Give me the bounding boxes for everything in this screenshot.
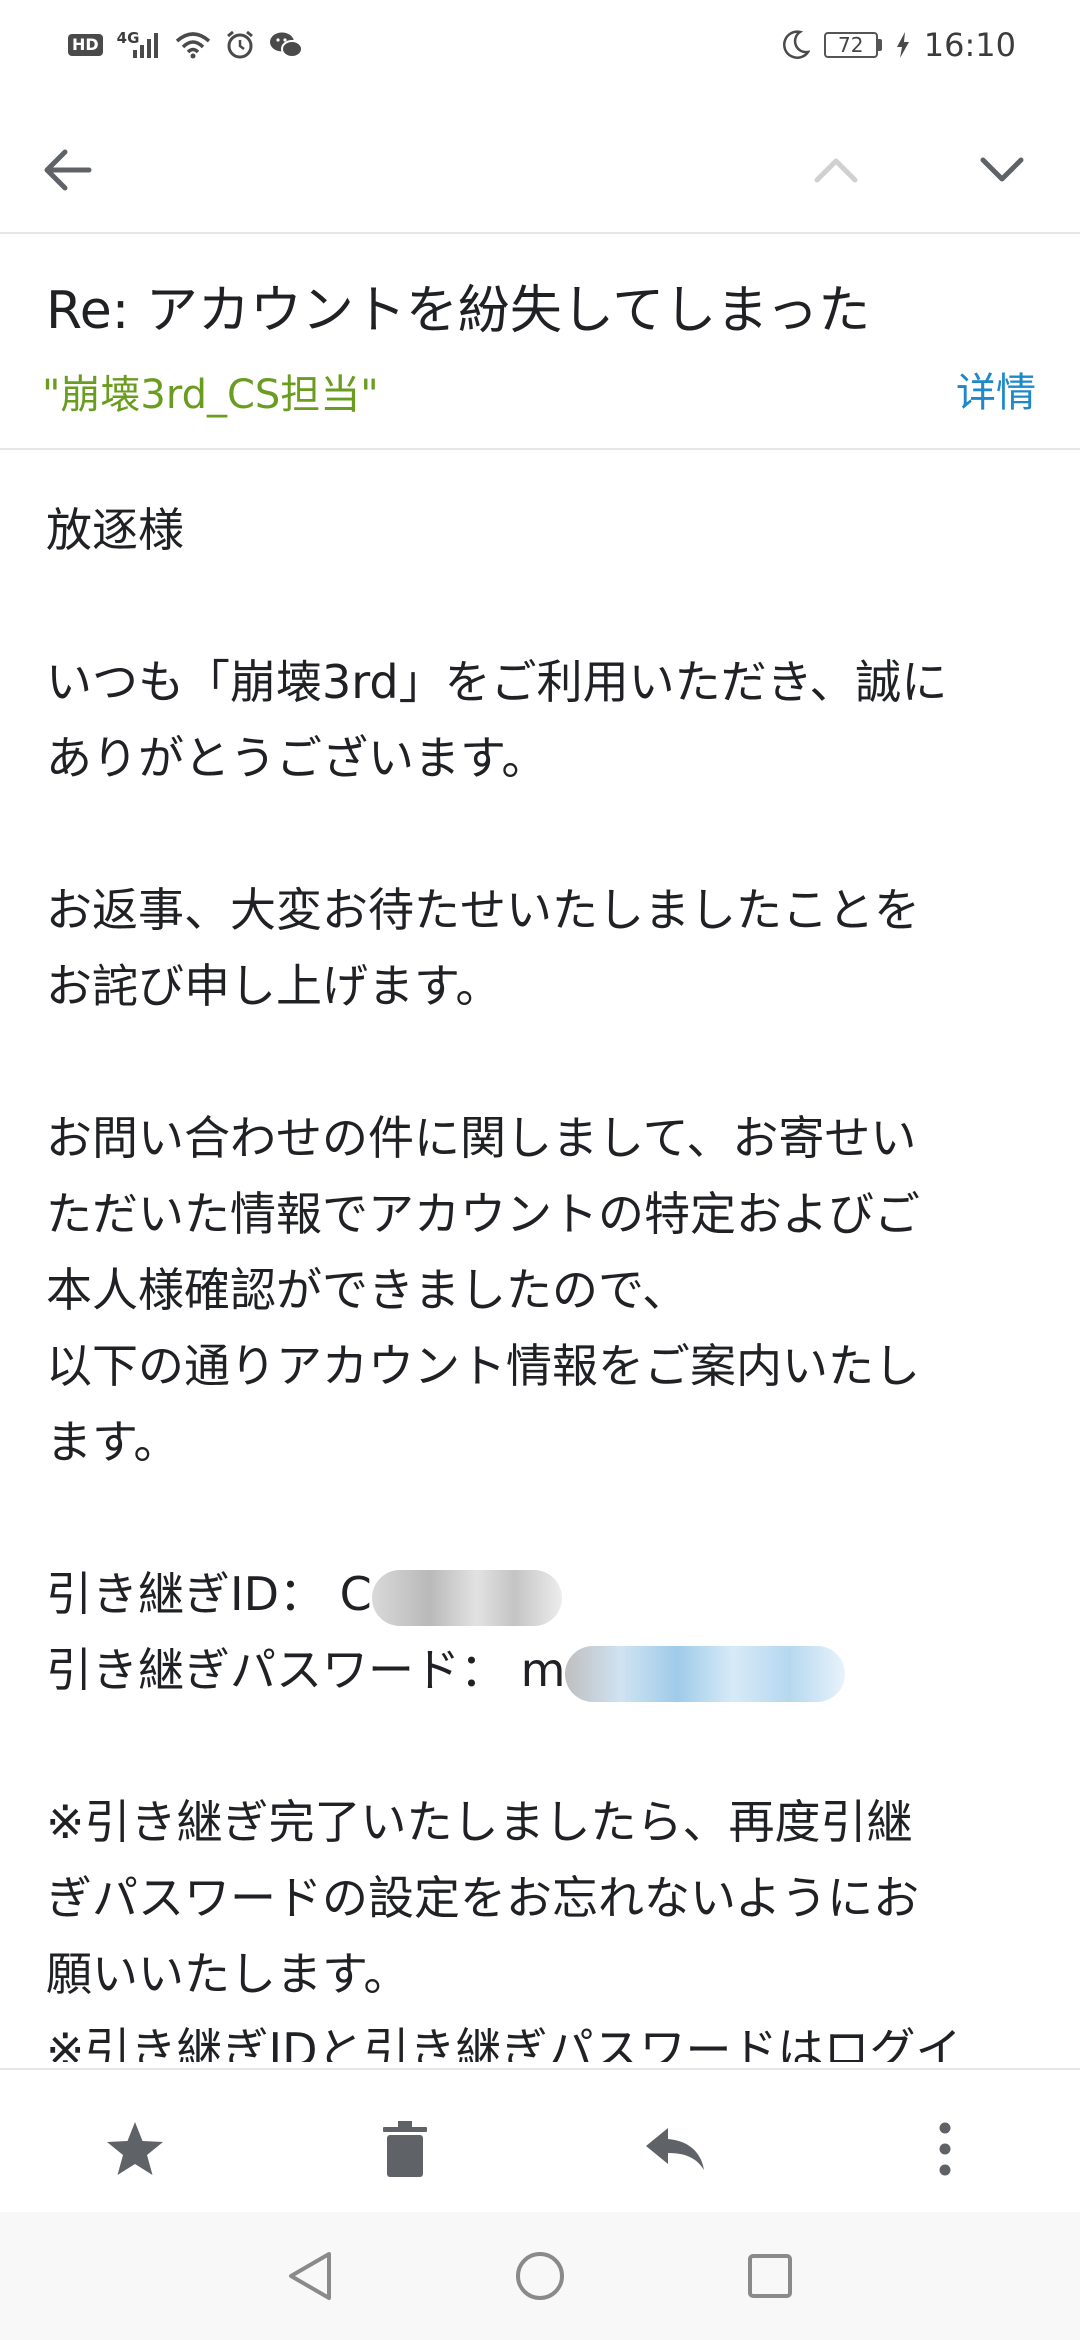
body-line: お返事、大変お待たせいたしましたことを: [46, 883, 920, 937]
reply-icon[interactable]: [635, 2109, 715, 2189]
star-icon[interactable]: [95, 2109, 175, 2189]
body-line: 願いいたします。: [46, 1947, 410, 2001]
charging-icon: [896, 32, 910, 58]
back-arrow-icon[interactable]: [40, 142, 96, 198]
nav-home-icon[interactable]: [510, 2246, 570, 2306]
battery-level: 72: [823, 32, 878, 58]
signal-icon: 4G: [117, 29, 162, 58]
status-left: HD 4G: [68, 29, 304, 60]
clock: 16:10: [923, 26, 1016, 64]
email-action-bar: [0, 2068, 1080, 2228]
email-sender[interactable]: "崩壊3rd_CS担当": [42, 362, 379, 420]
body-line: 本人様確認ができましたので、: [46, 1263, 689, 1317]
body-line: ただいた情報でアカウントの特定およびご: [46, 1187, 920, 1241]
body-line: お問い合わせの件に関しまして、お寄せい: [46, 1111, 917, 1165]
transfer-id-value: C: [339, 1567, 372, 1621]
wifi-icon: [175, 31, 211, 59]
email-detail-screen: HD 4G 72 16:10 Re: アカウントを紛失してしまった "崩壊3rd…: [0, 0, 1080, 2340]
transfer-id-line: 引き継ぎID： C: [46, 1556, 1056, 1632]
system-navigation-bar: [0, 2212, 1080, 2340]
redacted-id: [371, 1569, 562, 1626]
body-line: ※引き継ぎIDと引き継ぎパスワードはログイ: [46, 2023, 962, 2062]
message-navigation: [808, 142, 1030, 198]
body-line: ぎパスワードの設定をお忘れないようにお: [46, 1871, 920, 1925]
body-line: お詫び申し上げます。: [46, 959, 502, 1013]
moon-icon: [782, 30, 810, 60]
transfer-password-label: 引き継ぎパスワード：: [46, 1643, 506, 1697]
transfer-password-line: 引き継ぎパスワード： m: [46, 1632, 1056, 1708]
app-bar: [0, 110, 1080, 230]
alarm-icon: [225, 30, 255, 60]
email-body: 放逐様 いつも「崩壊3rd」をご利用いただき、誠に ありがとうございます。 お返…: [46, 492, 1056, 2062]
status-right: 72 16:10: [782, 26, 1016, 64]
body-line: ます。: [46, 1415, 180, 1469]
transfer-id-label: 引き継ぎID：: [46, 1567, 325, 1621]
body-line: 放逐様: [46, 503, 184, 557]
trash-icon[interactable]: [365, 2109, 445, 2189]
subject-divider: [0, 448, 1080, 450]
transfer-password-value: m: [520, 1643, 566, 1697]
body-line: いつも「崩壊3rd」をご利用いただき、誠に: [46, 655, 948, 709]
body-line: ※引き継ぎ完了いたしましたら、再度引継: [46, 1795, 913, 1849]
status-bar: HD 4G 72 16:10: [0, 0, 1080, 90]
chevron-up-icon[interactable]: [808, 142, 864, 198]
hd-icon: HD: [68, 34, 103, 56]
battery-icon: 72: [823, 32, 882, 58]
nav-back-icon[interactable]: [280, 2246, 340, 2306]
redacted-password: [565, 1645, 846, 1702]
more-vert-icon[interactable]: [905, 2109, 985, 2189]
wechat-icon: [269, 31, 304, 59]
header-divider: [0, 232, 1080, 234]
body-line: ありがとうございます。: [46, 731, 548, 785]
details-link[interactable]: 详情: [956, 360, 1036, 418]
chevron-down-icon[interactable]: [974, 142, 1030, 198]
nav-recents-icon[interactable]: [740, 2246, 800, 2306]
email-subject: Re: アカウントを紛失してしまった: [46, 281, 871, 341]
body-line: 以下の通りアカウント情報をご案内いたし: [46, 1339, 920, 1393]
